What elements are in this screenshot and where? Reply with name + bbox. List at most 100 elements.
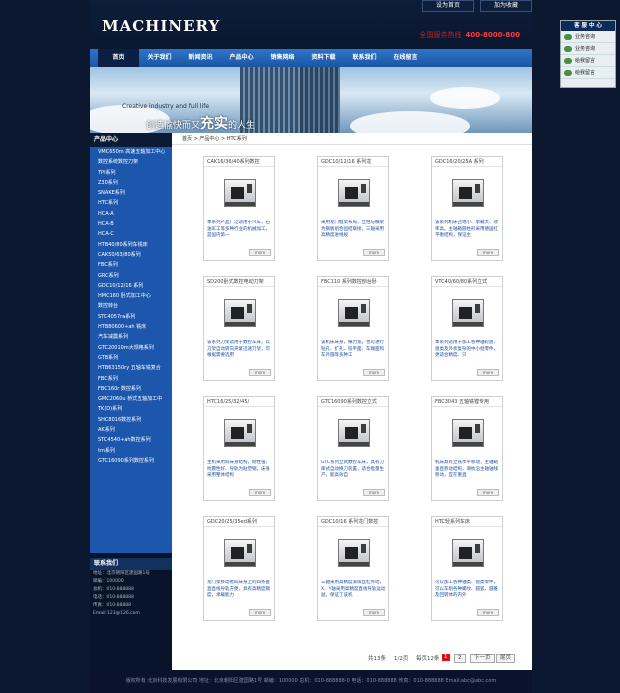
- product-title[interactable]: VTC40/60/80系列立式: [432, 277, 502, 287]
- product-card[interactable]: FBC3043 五轴铣镗专用 机床具有立铣水平移动，主轴箱垂直移动结构，滑枕沿主轴…: [431, 396, 503, 501]
- sidebar-item[interactable]: 数控转台: [90, 301, 172, 311]
- more-button[interactable]: more: [477, 609, 499, 616]
- product-card[interactable]: FBC110 系列数控刨台卧 该机床床身，横力宽，也可进行钻孔、扩孔、铰平面、车端…: [317, 276, 389, 381]
- sidebar-item[interactable]: 汽车减震系列: [90, 332, 172, 342]
- sidebar-item[interactable]: VMC650m 高速五轴加工中心: [90, 147, 172, 157]
- product-image[interactable]: [332, 413, 376, 453]
- more-button[interactable]: more: [249, 249, 271, 256]
- sidebar-item[interactable]: FBC160r 数控系列: [90, 384, 172, 394]
- sidebar-item[interactable]: HCA-C: [90, 229, 172, 239]
- product-image[interactable]: [446, 413, 490, 453]
- product-title[interactable]: GTC16090系列数控立式: [318, 397, 388, 407]
- product-image[interactable]: [332, 173, 376, 213]
- product-title[interactable]: HTC16/25/32/45/: [204, 397, 274, 407]
- product-title[interactable]: GDC16/20/25A 系列: [432, 157, 502, 167]
- sidebar-item[interactable]: GMC2060u 桥式五轴加工中: [90, 394, 172, 404]
- sidebar-item[interactable]: HTC系列: [90, 198, 172, 208]
- sidebar-item[interactable]: SNAKE系列: [90, 188, 172, 198]
- more-button[interactable]: more: [249, 609, 271, 616]
- sidebar-item[interactable]: HCA-B: [90, 219, 172, 229]
- sidebar-item[interactable]: HMC160 卧式加工中心: [90, 291, 172, 301]
- more-button[interactable]: more: [363, 489, 385, 496]
- sidebar-item[interactable]: STC4540+ah数控系列: [90, 435, 172, 445]
- product-title[interactable]: GDC20/25/35ed系列: [204, 517, 274, 527]
- sidebar-item[interactable]: 数控系统数控刀架: [90, 157, 172, 167]
- product-card[interactable]: SD200卧式数控电动刀架 该系列刀架适用于数控车床，以刀架自动转向夹紧迅速刀架，…: [203, 276, 275, 381]
- product-image[interactable]: [218, 173, 262, 213]
- product-card[interactable]: VTC40/60/80系列立式 本系列适用于加工各种轴轮盘、盘类及外状复杂的中小批…: [431, 276, 503, 381]
- more-button[interactable]: more: [249, 369, 271, 376]
- product-card[interactable]: GDC10/16 系列龙门数控 三轴采用高精度滚珠丝杠传动，X、Y轴采用高精度直线…: [317, 516, 389, 621]
- nav-item-home[interactable]: 首页: [98, 49, 139, 67]
- sidebar-item[interactable]: FBC系列: [90, 374, 172, 384]
- product-card[interactable]: HTC16/25/32/45/主机采用斜床身结构，刚性强、抗震性好、导轨为贴塑钢…: [203, 396, 275, 501]
- service-message-button[interactable]: 给我留言: [561, 55, 615, 67]
- product-card[interactable]: GTC16090系列数控立式 GTC系列立式数控车床，具有刀库式自动换刀装置，适合…: [317, 396, 389, 501]
- product-card[interactable]: HTC轻系列车床 可以加工各种轴类、盘类零件，可以车削各种螺纹、圆弧、圆锥及回转体…: [431, 516, 503, 621]
- nav-item-news[interactable]: 新闻资讯: [180, 49, 221, 67]
- service-consult-button[interactable]: 业务咨询: [561, 31, 615, 43]
- sidebar-item[interactable]: FBC系列: [90, 260, 172, 270]
- product-title[interactable]: FBC3043 五轴铣镗专用: [432, 397, 502, 407]
- sidebar-item[interactable]: HTB80600+ah 铣床: [90, 322, 172, 332]
- machine-window: [231, 307, 244, 319]
- sidebar-item[interactable]: STC4057ra系列: [90, 312, 172, 322]
- product-image[interactable]: [332, 293, 376, 333]
- more-button[interactable]: more: [477, 489, 499, 496]
- main-content: 首页 > 产品中心 > HTC系列 CAK16/36/40系列数控 本系列产品广泛…: [172, 133, 532, 670]
- pager-current-page[interactable]: 1: [442, 654, 450, 661]
- product-image[interactable]: [218, 533, 262, 573]
- product-title[interactable]: GDC10/12/16 系列龙: [318, 157, 388, 167]
- nav-item-downloads[interactable]: 资料下载: [303, 49, 344, 67]
- sidebar-item[interactable]: SHC8016数控系列: [90, 415, 172, 425]
- sidebar-item[interactable]: tm系列: [90, 446, 172, 456]
- sidebar-item[interactable]: HCA-A: [90, 209, 172, 219]
- nav-item-products[interactable]: 产品中心: [221, 49, 262, 67]
- more-button[interactable]: more: [363, 249, 385, 256]
- sidebar-item[interactable]: GTB系列: [90, 353, 172, 363]
- product-title[interactable]: FBC110 系列数控刨台卧: [318, 277, 388, 287]
- site-logo[interactable]: MACHINERY: [102, 17, 220, 35]
- sidebar-item[interactable]: GDC10/12/16 系列: [90, 281, 172, 291]
- nav-item-message[interactable]: 在线留言: [385, 49, 426, 67]
- pager-next-button[interactable]: 下一页: [470, 654, 495, 663]
- product-card[interactable]: GDC16/20/25A 系列 该系列机床占地小、承载大、效率高。主轴箱圆柱形采用…: [431, 156, 503, 261]
- more-button[interactable]: more: [363, 369, 385, 376]
- service-message-button[interactable]: 给我留言: [561, 67, 615, 79]
- sidebar-item[interactable]: HTB63150ry 五轴车铣复合: [90, 363, 172, 373]
- more-button[interactable]: more: [249, 489, 271, 496]
- sidebar-item[interactable]: CAK50/63/80系列: [90, 250, 172, 260]
- sidebar-item[interactable]: TPI系列: [90, 168, 172, 178]
- product-image[interactable]: [332, 533, 376, 573]
- product-image[interactable]: [446, 533, 490, 573]
- more-button[interactable]: more: [477, 369, 499, 376]
- nav-item-contact[interactable]: 联系我们: [344, 49, 385, 67]
- product-image[interactable]: [446, 173, 490, 213]
- product-image[interactable]: [218, 293, 262, 333]
- sidebar-item[interactable]: HTB40/80系列车铣床: [90, 240, 172, 250]
- sidebar-item[interactable]: AK系列: [90, 425, 172, 435]
- product-title[interactable]: CAK16/36/40系列数控: [204, 157, 274, 167]
- sidebar-item[interactable]: TK(D)系列: [90, 404, 172, 414]
- product-card[interactable]: GDC20/25/35ed系列 龙门架移动者四床身上的四条垂直直线导轨方便，具有高…: [203, 516, 275, 621]
- sidebar-item[interactable]: GTC16090系列数控系列: [90, 456, 172, 466]
- product-image[interactable]: [218, 413, 262, 453]
- more-button[interactable]: more: [477, 249, 499, 256]
- service-consult-button[interactable]: 业务咨询: [561, 43, 615, 55]
- product-title[interactable]: SD200卧式数控电动刀架: [204, 277, 274, 287]
- sidebar-item[interactable]: GRC系列: [90, 271, 172, 281]
- pager-page-2[interactable]: 2: [454, 654, 466, 663]
- pager-last-button[interactable]: 尾页: [496, 654, 516, 663]
- product-card[interactable]: CAK16/36/40系列数控 本系列产品广泛适用于汽车，石油军工等多种行业的机械…: [203, 156, 275, 261]
- product-image[interactable]: [446, 293, 490, 333]
- sidebar-item[interactable]: GTC20010m大规格系列: [90, 343, 172, 353]
- set-home-link[interactable]: 设为首页: [422, 0, 474, 12]
- add-favorite-link[interactable]: 加为收藏: [480, 0, 532, 12]
- sidebar-item[interactable]: Z30系列: [90, 178, 172, 188]
- nav-item-about[interactable]: 关于我们: [139, 49, 180, 67]
- product-title[interactable]: HTC轻系列车床: [432, 517, 502, 527]
- more-button[interactable]: more: [363, 609, 385, 616]
- nav-item-sales[interactable]: 销售网络: [262, 49, 303, 67]
- product-title[interactable]: GDC10/16 系列龙门数控: [318, 517, 388, 527]
- product-card[interactable]: GDC10/12/16 系列龙 采用龙门框架布局，立柱与横梁为钢板组合固结联接，三…: [317, 156, 389, 261]
